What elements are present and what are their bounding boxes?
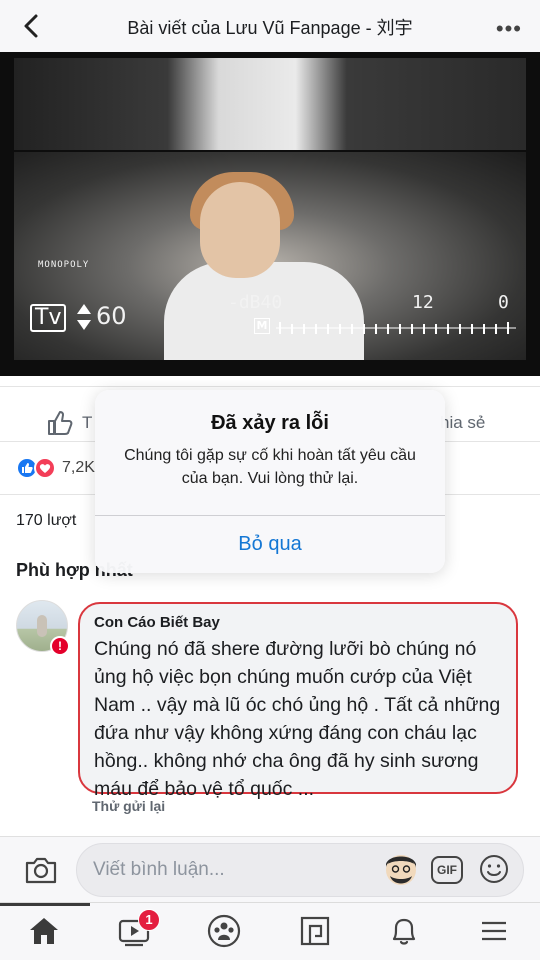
error-alert-dialog: Đã xảy ra lỗi Chúng tôi gặp sự cố khi ho… — [95, 390, 445, 573]
alert-message: Chúng tôi gặp sự cố khi hoàn tất yêu cầu… — [124, 447, 416, 487]
alert-title: Đã xảy ra lỗi — [211, 412, 329, 434]
dismiss-button[interactable]: Bỏ qua — [95, 516, 445, 573]
